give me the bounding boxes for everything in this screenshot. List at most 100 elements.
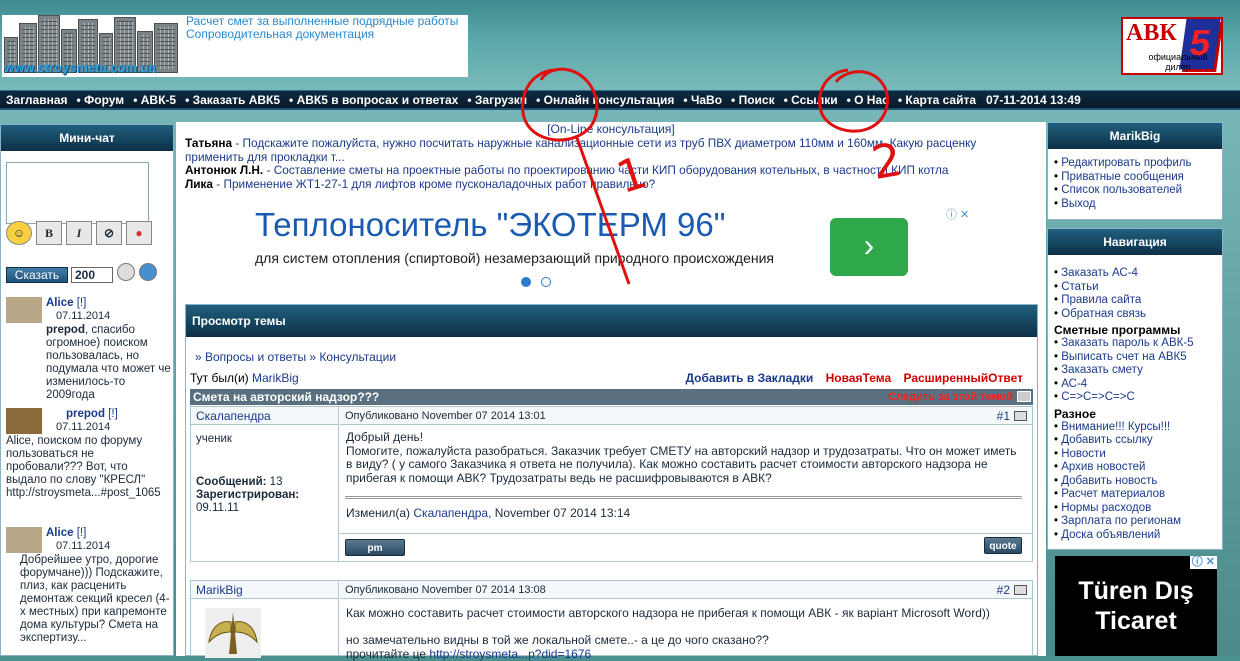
nav-chavo[interactable]: ЧаВо bbox=[678, 93, 726, 107]
site-logo-banner[interactable]: www.stroysmeta.com.ua Расчет смет за вып… bbox=[2, 15, 468, 77]
chat-user-name[interactable]: prepod bbox=[66, 408, 105, 420]
nav-link[interactable]: С=>С=>С=>С bbox=[1054, 391, 1222, 405]
nav-link[interactable]: Архив новостей bbox=[1054, 461, 1222, 475]
nav-sitemap[interactable]: Карта сайта bbox=[893, 93, 980, 107]
link-icon[interactable]: ⊘ bbox=[96, 221, 122, 245]
post-number[interactable]: #1 bbox=[997, 407, 1010, 425]
nav-link[interactable]: Заказать пароль к АВК-5 bbox=[1054, 337, 1222, 351]
ad-info-icon[interactable]: ⓘ ✕ bbox=[1189, 556, 1217, 569]
nav-abk5[interactable]: АВК-5 bbox=[128, 93, 180, 107]
nav-online-consult[interactable]: Онлайн консультация bbox=[531, 93, 678, 107]
print-icon[interactable] bbox=[1014, 585, 1027, 595]
nav-link[interactable]: Новости bbox=[1054, 448, 1222, 462]
nav-forum[interactable]: Форум bbox=[72, 93, 129, 107]
ad-info-icon[interactable]: ⓘ ✕ bbox=[946, 206, 969, 222]
post-date: Опубликовано November 07 2014 13:01 bbox=[345, 410, 546, 422]
main-content: [On-Line консультация] Татьяна - Подскаж… bbox=[176, 122, 1046, 660]
carousel-dot[interactable] bbox=[541, 277, 551, 287]
ad-carousel-dots bbox=[521, 276, 561, 290]
nav-link[interactable]: Добавить ссылку bbox=[1054, 434, 1222, 448]
user-list-link[interactable]: Список пользователей bbox=[1054, 184, 1222, 198]
forum-post: MarikBig Опубликовано November 07 2014 1… bbox=[190, 580, 1033, 660]
nav-link[interactable]: Обратная связь bbox=[1054, 308, 1222, 322]
bold-button[interactable]: B bbox=[36, 221, 62, 245]
nav-link[interactable]: Добавить новость bbox=[1054, 475, 1222, 489]
abk5-dealer-logo[interactable]: АВК 5 официальный дилер bbox=[1121, 17, 1223, 75]
chat-message: Alice [!] 07.11.2014 prepod, спасибо огр… bbox=[6, 297, 171, 402]
nav-link[interactable]: Заказать смету bbox=[1054, 364, 1222, 378]
follow-topic-link[interactable]: Следить за этой темой bbox=[888, 389, 1013, 405]
refresh-icon[interactable] bbox=[139, 263, 157, 281]
print-icon[interactable] bbox=[1014, 411, 1027, 421]
color-icon[interactable]: ● bbox=[126, 221, 152, 245]
chat-message: Alice [!] 07.11.2014 Добрейшее утро, дор… bbox=[6, 527, 171, 645]
topic-actions: Добавить в Закладки НоваяТема Расширенны… bbox=[685, 371, 1023, 385]
italic-button[interactable]: I bbox=[66, 221, 92, 245]
user-panel: MarikBig Редактировать профиль Приватные… bbox=[1047, 122, 1223, 220]
post-footer-divider bbox=[340, 533, 1032, 534]
nav-link[interactable]: АС-4 bbox=[1054, 378, 1222, 392]
news-text[interactable]: - Применение ЖТ1-27-1 для лифтов кроме п… bbox=[213, 177, 655, 191]
nav-link[interactable]: Доска объявлений bbox=[1054, 529, 1222, 543]
breadcrumb[interactable]: » Вопросы и ответы » Консультации bbox=[195, 350, 396, 364]
post-author[interactable]: Скалапендра bbox=[191, 407, 338, 425]
new-topic-link[interactable]: НоваяТема bbox=[826, 371, 892, 385]
nav-link[interactable]: Выписать счет на АВК5 bbox=[1054, 351, 1222, 365]
ad-arrow-button[interactable]: › bbox=[830, 218, 908, 276]
nav-search[interactable]: Поиск bbox=[726, 93, 779, 107]
private-messages-link[interactable]: Приватные сообщения bbox=[1054, 171, 1222, 185]
logo-link-docs[interactable]: Сопроводительная документация bbox=[186, 28, 458, 41]
chat-send-button[interactable]: Сказать bbox=[6, 267, 68, 283]
chat-user-tag[interactable]: [!] bbox=[77, 527, 87, 539]
post-header: Опубликовано November 07 2014 13:01 #1 bbox=[340, 407, 1032, 425]
post-author[interactable]: MarikBig bbox=[191, 581, 338, 599]
carousel-dot[interactable] bbox=[521, 277, 531, 287]
mini-chat-title: Мини-чат bbox=[1, 125, 173, 151]
news-text[interactable]: - Подскажите пожалуйста, нужно посчитать… bbox=[232, 136, 976, 150]
nav-home[interactable]: Заглавная bbox=[0, 93, 72, 107]
online-consult-link[interactable]: [On-Line консультация] bbox=[176, 122, 1046, 136]
nav-link[interactable]: Правила сайта bbox=[1054, 294, 1222, 308]
abk-logo-subtitle: официальный дилер bbox=[1148, 52, 1208, 72]
pm-button[interactable]: pm bbox=[345, 539, 405, 556]
nav-about[interactable]: О Нас bbox=[842, 93, 893, 107]
nav-link[interactable]: Заказать АС-4 bbox=[1054, 267, 1222, 281]
post-link[interactable]: http://stroysmeta...p?did=1676 bbox=[429, 647, 591, 661]
chat-user-name[interactable]: Alice bbox=[46, 297, 74, 309]
nav-link[interactable]: Зарплата по регионам bbox=[1054, 515, 1222, 529]
building-graphic bbox=[154, 23, 178, 73]
extended-reply-link[interactable]: РасширенныйОтвет bbox=[903, 371, 1023, 385]
chat-char-count: 200 bbox=[71, 267, 113, 283]
nav-downloads[interactable]: Загрузки bbox=[462, 93, 531, 107]
add-bookmark-link[interactable]: Добавить в Закладки bbox=[685, 371, 813, 385]
nav-link[interactable]: Нормы расходов bbox=[1054, 502, 1222, 516]
chat-user-tag[interactable]: [!] bbox=[77, 297, 87, 309]
news-item: Лика - Применение ЖТ1-27-1 для лифтов кр… bbox=[185, 177, 1035, 192]
news-text[interactable]: - Составление сметы на проектные работы … bbox=[263, 163, 948, 177]
edit-profile-link[interactable]: Редактировать профиль bbox=[1054, 157, 1222, 171]
nav-link[interactable]: Расчет материалов bbox=[1054, 488, 1222, 502]
settings-icon[interactable] bbox=[117, 263, 135, 281]
ad-headline[interactable]: Теплоноситель "ЭКОТЕРМ 96" bbox=[255, 206, 725, 244]
post-body: Как можно составить расчет стоимости авт… bbox=[346, 606, 990, 661]
post-number[interactable]: #2 bbox=[997, 581, 1010, 599]
chat-user-name[interactable]: Alice bbox=[46, 527, 74, 539]
chat-message-input[interactable] bbox=[6, 162, 149, 224]
quote-button[interactable]: quote bbox=[984, 537, 1022, 554]
news-text-cont[interactable]: применить для прокладки т... bbox=[185, 150, 345, 164]
nav-abk5-faq[interactable]: АВК5 в вопросах и ответах bbox=[284, 93, 462, 107]
smiley-icon[interactable]: ☺ bbox=[6, 221, 32, 245]
user-avatar bbox=[6, 527, 42, 553]
print-icon[interactable] bbox=[1017, 391, 1031, 402]
side-ad-banner[interactable]: ⓘ ✕ Türen Dış Ticaret bbox=[1055, 556, 1217, 656]
chat-user-tag[interactable]: [!] bbox=[108, 408, 118, 420]
ad-banner[interactable]: Теплоноситель "ЭКОТЕРМ 96" для систем от… bbox=[255, 206, 975, 287]
nav-link[interactable]: Статьи bbox=[1054, 281, 1222, 295]
logout-link[interactable]: Выход bbox=[1054, 198, 1222, 212]
nav-order-abk5[interactable]: Заказать АВК5 bbox=[180, 93, 284, 107]
nav-link[interactable]: Внимание!!! Курсы!!! bbox=[1054, 421, 1222, 435]
main-navigation: Заглавная Форум АВК-5 Заказать АВК5 АВК5… bbox=[0, 90, 1240, 110]
abk-logo-text: АВК bbox=[1126, 20, 1177, 46]
nav-links[interactable]: Ссылки bbox=[779, 93, 842, 107]
visited-user[interactable]: MarikBig bbox=[252, 371, 299, 385]
